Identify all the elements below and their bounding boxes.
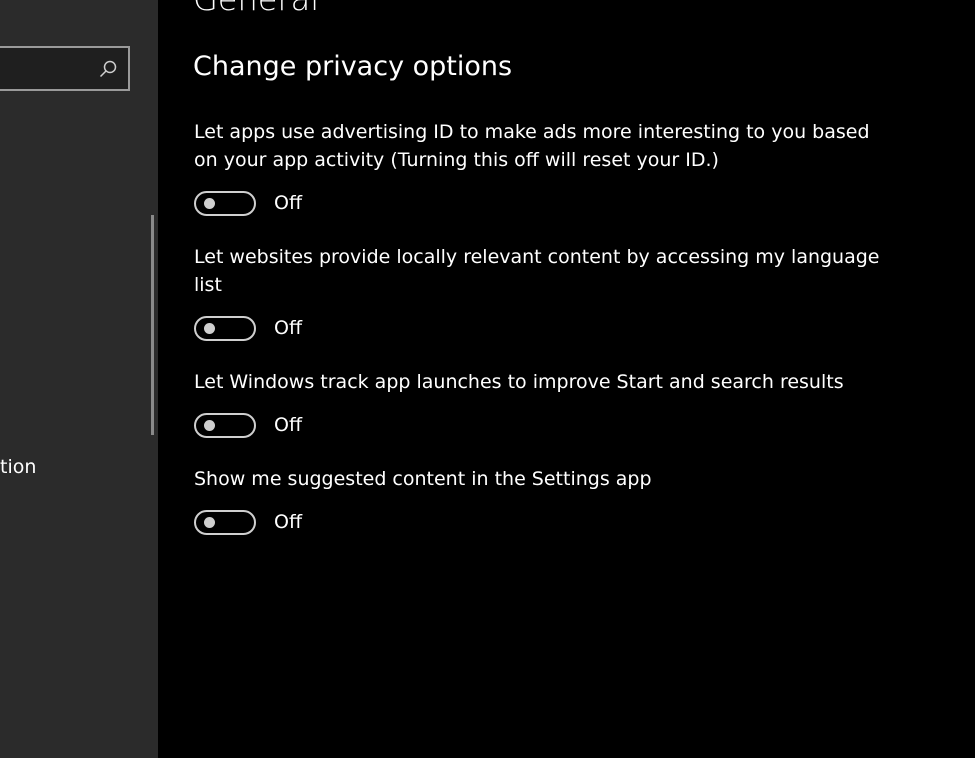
toggle-row: Off xyxy=(194,410,894,440)
suggested-content-toggle[interactable] xyxy=(194,509,256,535)
toggle-state-label: Off xyxy=(274,317,303,339)
toggle-state-label: Off xyxy=(274,192,303,214)
option-advertising-id: Let apps use advertising ID to make ads … xyxy=(194,118,894,218)
toggle-knob xyxy=(204,322,215,334)
toggle-knob xyxy=(204,516,215,528)
sidebar: tion xyxy=(0,0,158,758)
option-label: Let Windows track app launches to improv… xyxy=(194,371,844,393)
option-label: Let apps use advertising ID to make ads … xyxy=(194,121,870,171)
option-label: Show me suggested content in the Setting… xyxy=(194,468,652,490)
advertising-id-toggle[interactable] xyxy=(194,190,256,216)
toggle-knob xyxy=(204,197,215,209)
option-label: Let websites provide locally relevant co… xyxy=(194,246,880,296)
option-suggested-content: Show me suggested content in the Setting… xyxy=(194,465,894,537)
search-icon[interactable] xyxy=(98,59,118,79)
section-title: Change privacy options xyxy=(193,51,513,82)
language-list-toggle[interactable] xyxy=(194,315,256,341)
page-title: General xyxy=(193,0,319,18)
toggle-state-label: Off xyxy=(274,511,303,533)
search-input[interactable] xyxy=(0,46,130,91)
main-content: General Change privacy options Let apps … xyxy=(158,0,975,758)
option-app-launches: Let Windows track app launches to improv… xyxy=(194,368,894,440)
sidebar-item-partial[interactable]: tion xyxy=(0,456,36,478)
toggle-row: Off xyxy=(194,313,894,343)
app-launches-toggle[interactable] xyxy=(194,412,256,438)
toggle-state-label: Off xyxy=(274,414,303,436)
toggle-knob xyxy=(204,419,215,431)
sidebar-scrollbar[interactable] xyxy=(151,215,154,435)
toggle-row: Off xyxy=(194,507,894,537)
option-language-list: Let websites provide locally relevant co… xyxy=(194,243,894,343)
toggle-row: Off xyxy=(194,188,894,218)
